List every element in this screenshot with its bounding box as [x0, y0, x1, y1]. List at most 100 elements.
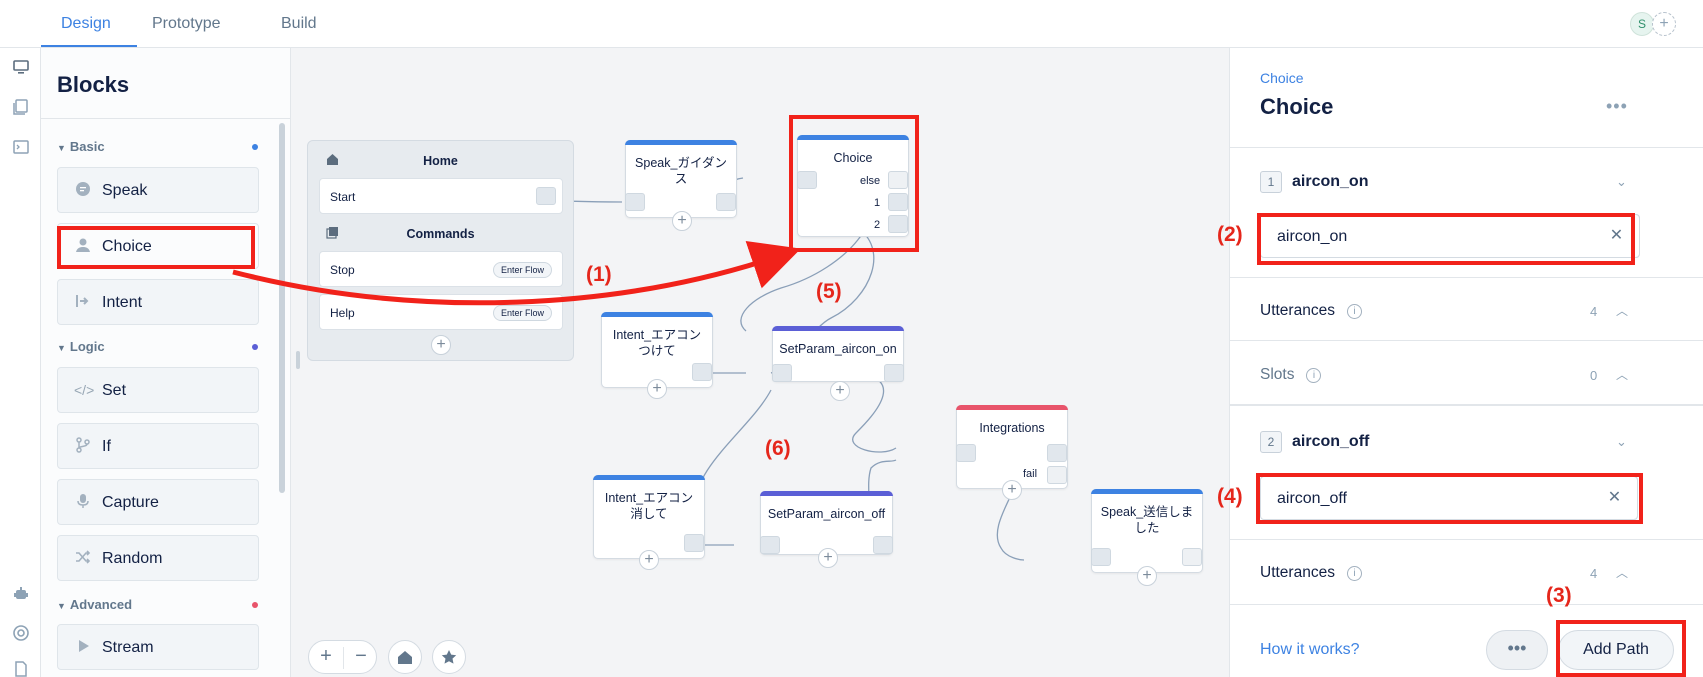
chevron-down-icon[interactable]: ⌄ [1616, 174, 1627, 190]
speech-bubble-icon [74, 181, 92, 199]
chevron-down-icon[interactable]: ⌄ [1616, 434, 1627, 450]
block-if[interactable]: If [57, 423, 259, 469]
node-speak-sent[interactable]: Speak_送信しました + [1091, 489, 1203, 586]
block-intent[interactable]: Intent [57, 279, 259, 325]
start-row[interactable]: Start [319, 178, 563, 214]
port-out[interactable] [1047, 444, 1067, 462]
add-step-button[interactable]: + [1137, 566, 1157, 586]
port-out[interactable] [1182, 548, 1202, 566]
top-bar: Design Prototype Build S + [0, 0, 1703, 48]
add-step-button[interactable]: + [647, 379, 667, 399]
node-integrations[interactable]: Integrations fail + [956, 405, 1068, 500]
branch-icon [74, 437, 92, 455]
port-out[interactable] [684, 534, 704, 552]
info-icon: i [1346, 304, 1362, 319]
node-setparam-off[interactable]: SetParam_aircon_off + [760, 491, 893, 568]
utterances-section[interactable]: Utterances i [1260, 302, 1362, 320]
scrollbar[interactable] [279, 123, 285, 493]
user-avatar[interactable]: S [1630, 12, 1654, 36]
node-intent-off[interactable]: Intent_エアコン消して + [593, 475, 705, 570]
chevron-up-icon[interactable]: ︿ [1616, 302, 1628, 319]
block-choice[interactable]: Choice [57, 223, 259, 269]
add-step-button[interactable]: + [639, 550, 659, 570]
block-random[interactable]: Random [57, 535, 259, 581]
add-path-button[interactable]: Add Path [1558, 630, 1674, 670]
port-out[interactable] [692, 363, 712, 381]
add-step-button[interactable]: + [1002, 480, 1022, 500]
enter-flow-button[interactable]: Enter Flow [492, 262, 552, 278]
add-collaborator-button[interactable]: + [1652, 12, 1676, 36]
home-view-button[interactable] [388, 640, 422, 674]
port-out[interactable] [716, 193, 736, 211]
clear-intent-button[interactable]: ✕ [1592, 476, 1638, 520]
add-command-button[interactable]: + [431, 335, 451, 355]
flow-canvas[interactable]: Home Start Commands Stop Enter Flow Help… [291, 48, 1229, 677]
favorites-button[interactable] [432, 640, 466, 674]
section-basic[interactable]: ▼ Basic [57, 139, 105, 154]
utterances-section[interactable]: Utterances i [1260, 564, 1362, 582]
section-advanced[interactable]: ▼ Advanced [57, 597, 132, 612]
intent-select[interactable]: aircon_on [1260, 214, 1640, 258]
port-else[interactable] [888, 171, 908, 189]
add-step-button[interactable]: + [672, 211, 692, 231]
annotation-label-1: (1) [586, 263, 612, 286]
lifebuoy-icon[interactable] [12, 624, 30, 642]
zoom-in-button[interactable]: + [309, 645, 343, 668]
tab-prototype[interactable]: Prototype [152, 15, 220, 33]
command-stop[interactable]: Stop Enter Flow [319, 251, 563, 287]
chevron-up-icon[interactable]: ︿ [1616, 564, 1628, 581]
book-icon[interactable] [12, 98, 30, 116]
port-in[interactable] [760, 536, 780, 554]
node-setparam-on[interactable]: SetParam_aircon_on + [772, 326, 904, 401]
robot-icon[interactable] [12, 585, 30, 603]
port-in[interactable] [956, 444, 976, 462]
port-path-2[interactable] [888, 215, 908, 233]
edge-seton-setoff [695, 389, 772, 509]
shuffle-icon [74, 549, 92, 567]
node-intent-on[interactable]: Intent_エアコンつけて + [601, 312, 713, 399]
enter-flow-button[interactable]: Enter Flow [492, 305, 552, 321]
add-step-button[interactable]: + [818, 548, 838, 568]
monitor-icon[interactable] [12, 58, 30, 76]
terminal-icon[interactable] [12, 138, 30, 156]
node-speak-guidance[interactable]: Speak_ガイダンス + [625, 140, 737, 231]
code-icon: </> [74, 382, 95, 398]
block-stream[interactable]: Stream [57, 624, 259, 670]
block-speak[interactable]: Speak [57, 167, 259, 213]
panel-title: Choice [1260, 94, 1334, 119]
zoom-out-button[interactable]: − [344, 645, 378, 668]
block-capture[interactable]: Capture [57, 479, 259, 525]
document-icon[interactable] [12, 660, 30, 677]
annotation-label-2: (2) [1217, 223, 1243, 246]
node-choice[interactable]: Choice else 1 2 [797, 135, 909, 237]
blocks-title: Blocks [57, 72, 130, 97]
clear-intent-button[interactable]: ✕ [1594, 214, 1640, 258]
home-block[interactable]: Home Start Commands Stop Enter Flow Help… [307, 140, 574, 361]
zoom-controls: + − [308, 640, 377, 674]
port-fail[interactable] [1047, 466, 1067, 484]
add-step-button[interactable]: + [830, 381, 850, 401]
chevron-up-icon[interactable]: ︿ [1616, 366, 1628, 383]
port-in[interactable] [797, 171, 817, 189]
path-name: aircon_on [1292, 173, 1369, 190]
port-in[interactable] [625, 193, 645, 211]
command-help[interactable]: Help Enter Flow [319, 294, 563, 330]
more-options-icon[interactable]: ••• [1606, 96, 1628, 117]
port-in[interactable] [1091, 548, 1111, 566]
intent-select[interactable]: aircon_off [1260, 476, 1638, 520]
port-start[interactable] [536, 187, 556, 205]
play-icon [74, 638, 92, 656]
how-it-works-link[interactable]: How it works? [1260, 641, 1360, 659]
block-set[interactable]: </> Set [57, 367, 259, 413]
resize-handle[interactable] [296, 351, 300, 369]
port-out[interactable] [884, 364, 904, 382]
breadcrumb[interactable]: Choice [1260, 70, 1304, 86]
slots-section[interactable]: Slots i [1260, 366, 1322, 384]
section-logic[interactable]: ▼ Logic [57, 339, 105, 354]
port-in[interactable] [772, 364, 792, 382]
tab-build[interactable]: Build [281, 15, 317, 33]
more-actions-button[interactable]: ••• [1486, 630, 1548, 670]
tab-design[interactable]: Design [61, 15, 111, 33]
port-out[interactable] [873, 536, 893, 554]
port-path-1[interactable] [888, 193, 908, 211]
